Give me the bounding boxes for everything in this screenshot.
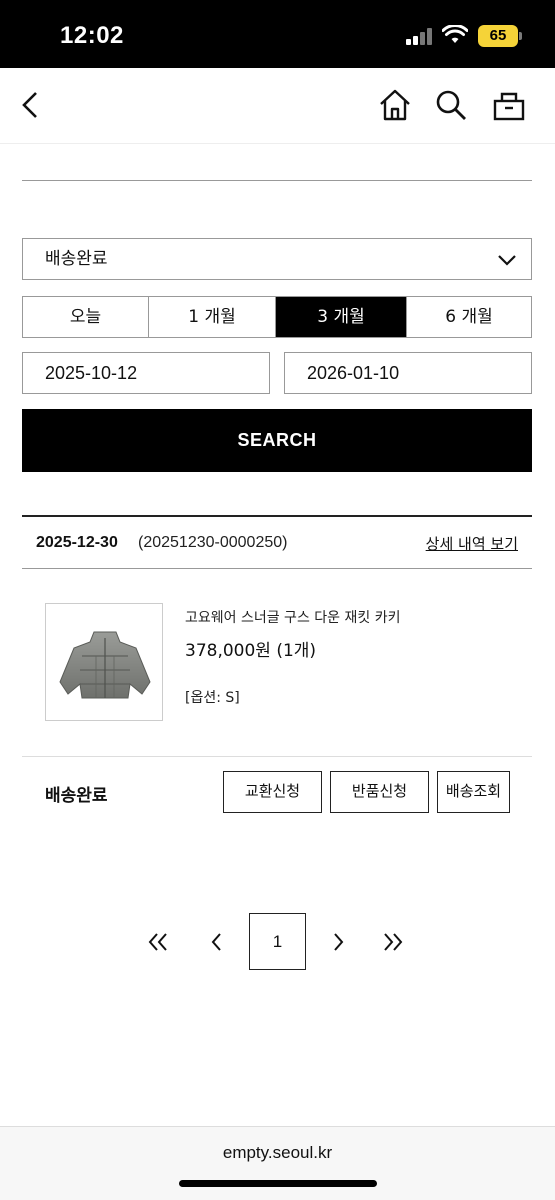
jacket-image: [59, 631, 151, 699]
next-page-icon[interactable]: [320, 924, 356, 960]
product-name[interactable]: 고요웨어 스너글 구스 다운 재킷 카키: [185, 607, 400, 627]
status-time: 12:02: [60, 22, 124, 49]
order-divider: [22, 756, 532, 757]
wifi-icon: [442, 25, 468, 43]
tracking-button[interactable]: 배송조회: [437, 771, 510, 813]
order-detail-link[interactable]: 상세 내역 보기: [426, 533, 518, 554]
battery-tip: [519, 32, 522, 40]
period-tab-3-months[interactable]: 3 개월: [276, 297, 407, 337]
app-header: [0, 68, 555, 144]
order-header: 2025-12-30 (20251230-0000250) 상세 내역 보기: [22, 517, 532, 569]
order-number: (20251230-0000250): [138, 534, 288, 551]
search-button[interactable]: SEARCH: [22, 409, 532, 472]
chevron-down-icon: [498, 255, 516, 266]
chevron-left-icon[interactable]: [14, 88, 48, 122]
product-price: 378,000원 (1개): [185, 641, 317, 661]
product-option: [옵션: S]: [185, 690, 240, 706]
cart-icon[interactable]: [492, 88, 526, 122]
home-indicator[interactable]: [179, 1180, 377, 1187]
end-date-field[interactable]: 2026-01-10: [284, 352, 532, 394]
period-tabs: 오늘 1 개월 3 개월 6 개월: [22, 296, 532, 338]
period-tab-today[interactable]: 오늘: [23, 297, 149, 337]
product-image[interactable]: [45, 603, 163, 721]
return-request-button[interactable]: 반품신청: [330, 771, 429, 813]
delivery-status: 배송완료: [45, 786, 108, 806]
section-divider: [22, 180, 532, 181]
cellular-signal-icon: [406, 27, 434, 45]
period-tab-1-month[interactable]: 1 개월: [149, 297, 276, 337]
home-icon[interactable]: [378, 88, 412, 122]
search-icon[interactable]: [434, 88, 468, 122]
period-tab-6-months[interactable]: 6 개월: [407, 297, 531, 337]
url-text[interactable]: empty.seoul.kr: [0, 1143, 555, 1163]
browser-url-bar[interactable]: empty.seoul.kr: [0, 1126, 555, 1200]
prev-page-icon[interactable]: [199, 924, 235, 960]
status-bar: 12:02 65: [0, 0, 555, 68]
current-page[interactable]: 1: [249, 913, 306, 970]
order-status-select[interactable]: 배송완료: [22, 238, 532, 280]
order-date: 2025-12-30: [36, 534, 118, 551]
order-status-value: 배송완료: [45, 249, 108, 269]
exchange-request-button[interactable]: 교환신청: [223, 771, 322, 813]
last-page-icon[interactable]: [375, 924, 411, 960]
battery-indicator: 65: [478, 25, 518, 47]
first-page-icon[interactable]: [140, 924, 176, 960]
start-date-field[interactable]: 2025-10-12: [22, 352, 270, 394]
